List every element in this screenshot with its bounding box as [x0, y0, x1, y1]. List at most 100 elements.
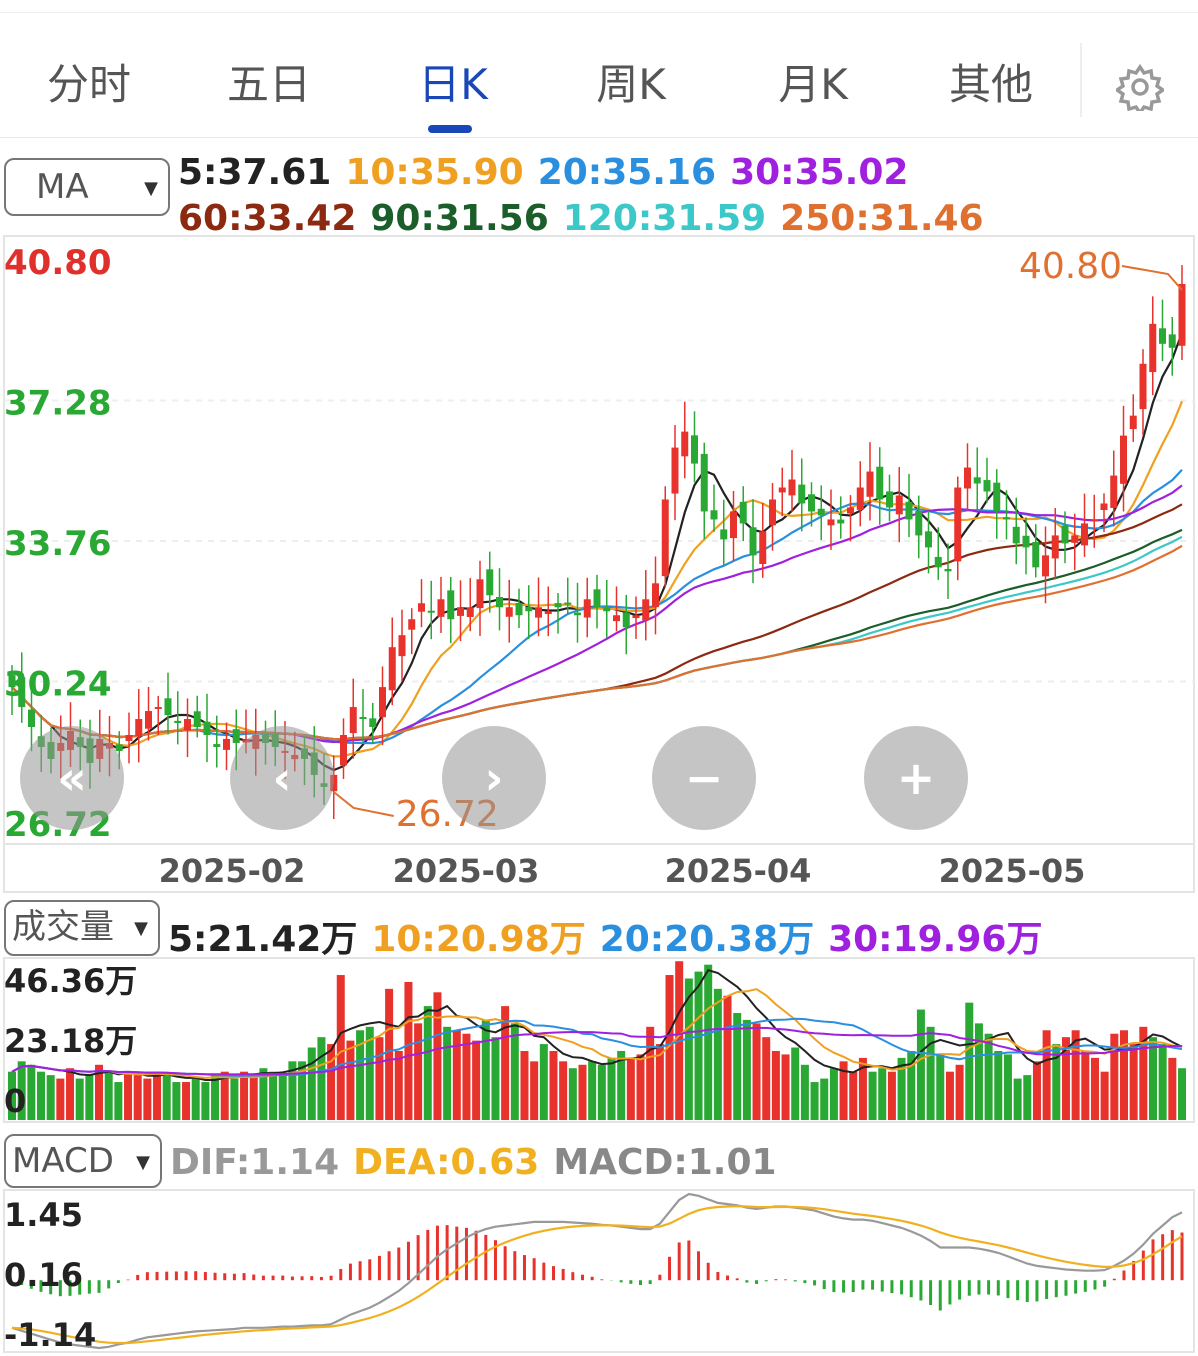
volume-bar	[104, 1071, 113, 1120]
indicator-select-volume[interactable]: 成交量 ▼	[4, 900, 160, 956]
volume-chart[interactable]: 46.36万 23.18万 0	[0, 956, 1198, 1124]
candle-body	[866, 471, 874, 497]
volume-bar	[414, 1023, 423, 1120]
candle-body	[525, 606, 533, 612]
chevron-down-icon: ▼	[134, 918, 148, 939]
gear-icon[interactable]	[1113, 63, 1167, 117]
candle-body	[1051, 535, 1059, 559]
volume-bar	[849, 1071, 858, 1120]
dea-label: DEA:0.63	[353, 1142, 540, 1183]
volume-bar	[887, 1071, 896, 1120]
candle-body	[340, 734, 347, 766]
volume-bar	[781, 1054, 790, 1120]
tab-intraday[interactable]: 分时	[14, 51, 164, 112]
volume-bar	[143, 1078, 152, 1120]
vol-ma30-label: 30:19.96万	[828, 919, 1043, 960]
x-axis-label: 2025-02	[159, 852, 306, 890]
volume-bar	[713, 988, 722, 1120]
scroll-right-button[interactable]: ›	[442, 726, 546, 830]
candle-body	[1139, 363, 1147, 410]
dif-label: DIF:1.14	[170, 1142, 340, 1183]
candle-body	[798, 484, 806, 504]
tab-weekly-k[interactable]: 周K	[556, 51, 706, 112]
candle-body	[154, 707, 162, 710]
candle-body	[856, 487, 864, 510]
volume-bar	[114, 1082, 123, 1120]
candle-body	[583, 599, 591, 618]
y-axis-label: 33.76	[4, 524, 112, 564]
volume-bar	[810, 1082, 819, 1120]
candle-body	[232, 729, 240, 743]
macd-chart[interactable]: 1.45 0.16 -1.14	[0, 1188, 1198, 1354]
tab-five-day[interactable]: 五日	[194, 51, 344, 112]
scroll-left-button[interactable]: ‹	[230, 726, 334, 830]
volume-bar	[762, 1037, 771, 1120]
candle-body	[944, 568, 952, 572]
tab-monthly-k[interactable]: 月K	[738, 51, 888, 112]
candle-body	[1178, 283, 1186, 346]
scroll-start-button[interactable]: «	[20, 726, 124, 830]
candle-body	[1168, 334, 1176, 348]
indicator-select-label: MA	[36, 167, 89, 207]
candle-body	[574, 612, 581, 616]
volume-bar	[462, 1033, 471, 1120]
volume-bar	[578, 1064, 587, 1120]
candle-body	[691, 435, 698, 464]
candle-body	[398, 635, 406, 657]
tab-other[interactable]: 其他	[916, 51, 1066, 112]
candle-body	[437, 599, 445, 617]
plus-icon: +	[896, 751, 936, 805]
volume-bar	[481, 1019, 490, 1120]
volume-bar	[549, 1050, 558, 1120]
chevron-right-icon: ›	[484, 751, 504, 805]
candle-body	[915, 510, 923, 536]
volume-bar	[742, 1019, 751, 1120]
candlestick-chart[interactable]: 40.8037.2833.7630.2426.722025-022025-032…	[0, 232, 1198, 894]
candle-body	[447, 590, 455, 620]
volume-bar	[443, 1026, 452, 1120]
candle-body	[1032, 541, 1040, 568]
volume-bar	[559, 1061, 568, 1120]
candle-body	[925, 531, 932, 548]
volume-bar	[916, 1009, 925, 1120]
candle-body	[466, 607, 474, 618]
candle-body	[125, 734, 133, 741]
period-tab-bar: 分时 五日 日K 周K 月K 其他	[0, 12, 1198, 138]
macd-chart-frame	[3, 1189, 1195, 1353]
candle-body	[1042, 555, 1049, 577]
candle-body	[603, 607, 611, 612]
zoom-in-button[interactable]: +	[864, 726, 968, 830]
candle-body	[876, 466, 884, 500]
volume-bar	[791, 1047, 800, 1120]
ma20-label: 20:35.16	[537, 152, 717, 193]
candle-body	[954, 487, 962, 562]
volume-y-label: 0	[4, 1082, 26, 1120]
dif-line	[11, 1192, 1183, 1350]
candle-body	[564, 602, 572, 605]
indicator-select-macd[interactable]: MACD ▼	[4, 1134, 162, 1188]
candle-body	[135, 719, 143, 737]
macd-y-label: 0.16	[4, 1256, 83, 1294]
candle-body	[174, 720, 182, 724]
volume-bar	[249, 1075, 258, 1120]
volume-bar	[452, 1030, 461, 1120]
candle-body	[476, 579, 484, 609]
indicator-select-ma[interactable]: MA ▼	[4, 158, 170, 216]
min-marker-line	[333, 791, 394, 817]
volume-bar	[182, 1082, 191, 1120]
volume-bar	[346, 1040, 355, 1120]
candle-body	[837, 519, 845, 524]
candle-body	[681, 431, 689, 457]
volume-y-label: 23.18万	[4, 1022, 137, 1060]
tab-divider	[1080, 43, 1082, 117]
volume-bar	[1013, 1078, 1022, 1120]
candle-body	[730, 511, 737, 539]
volume-bar	[984, 1033, 993, 1120]
tab-daily-k[interactable]: 日K	[378, 51, 528, 112]
volume-bar	[829, 1068, 838, 1120]
y-axis-label: 30.24	[4, 665, 112, 705]
volume-bar	[530, 1061, 539, 1120]
zoom-out-button[interactable]: −	[652, 726, 756, 830]
volume-bar	[394, 1050, 403, 1120]
volume-bar	[172, 1082, 181, 1120]
